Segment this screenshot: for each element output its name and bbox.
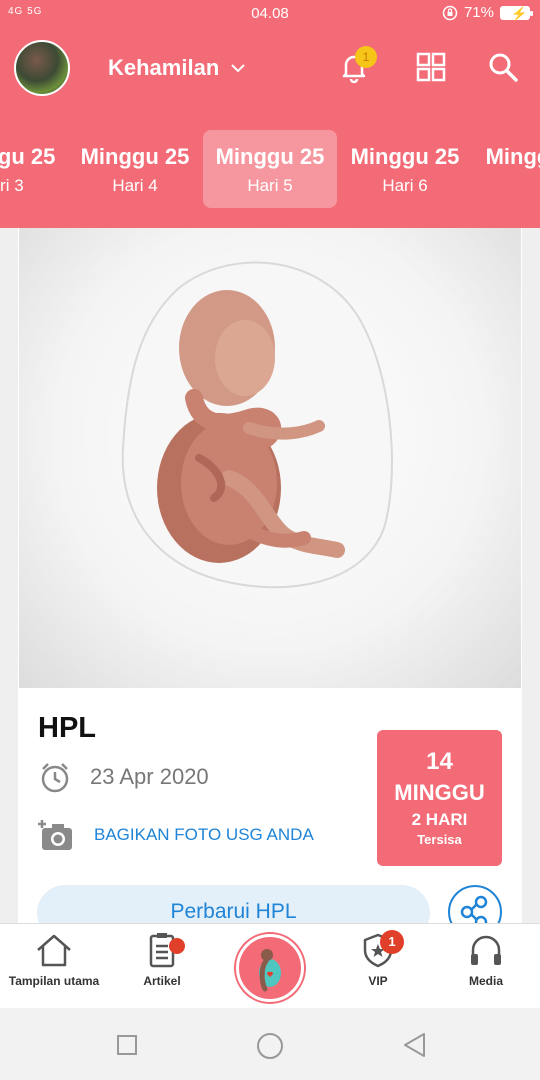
tab-week25-day6[interactable]: Minggu 25 Hari 6 — [338, 130, 472, 208]
nav-home-label: Tampilan utama — [8, 974, 100, 988]
nav-media-label: Media — [468, 974, 503, 988]
battery-percent: 71% — [463, 4, 494, 21]
battery-icon: ⚡ — [500, 5, 533, 21]
tab-week-label: Minggu 25 — [485, 144, 540, 169]
tab-day-label: Hari 6 — [382, 176, 428, 195]
countdown-box: 14 MINGGU 2 HARI Tersisa — [377, 730, 502, 866]
vip-badge: 1 — [380, 930, 404, 954]
tab-day-label: Hari 5 — [247, 176, 293, 195]
header-title: Kehamilan — [108, 55, 220, 80]
share-usg-link[interactable]: BAGIKAN FOTO USG ANDA — [38, 818, 314, 852]
pregnancy-card: HPL 23 Apr 2020 BAGIKAN FOTO USG ANDA 14… — [18, 228, 522, 928]
avatar[interactable] — [14, 40, 70, 96]
grid-icon[interactable] — [414, 50, 448, 84]
countdown-unit: MINGGU — [394, 780, 485, 805]
tab-day-label: Hari 3 — [0, 176, 24, 195]
system-navigation-bar — [0, 1008, 540, 1080]
status-bar: 4G 5G 04.08 71% ⚡ — [0, 0, 540, 28]
back-triangle-icon[interactable] — [402, 1032, 428, 1058]
tab-week-label: Minggu 25 — [215, 144, 325, 169]
app-header: Kehamilan 1 — [0, 28, 540, 108]
section-selector[interactable]: Kehamilan — [108, 55, 245, 81]
nav-vip[interactable]: VIP 1 — [324, 930, 432, 988]
alarm-clock-icon — [41, 763, 69, 793]
add-photo-icon — [38, 820, 72, 850]
update-hpl-button[interactable]: Perbarui HPL — [37, 885, 430, 928]
tab-week-label: Minggu 25 — [80, 144, 190, 169]
nav-vip-label: VIP — [368, 974, 388, 988]
hpl-title: HPL — [38, 712, 96, 744]
nav-media[interactable]: Media — [432, 932, 540, 988]
nav-articles-label: Artikel — [143, 974, 181, 988]
week-day-tabs: Minggu 25 Hari 3 Minggu 25 Hari 4 Minggu… — [0, 108, 540, 228]
countdown-suffix: Tersisa — [417, 832, 462, 847]
headphones-icon — [471, 935, 501, 965]
tab-week25-day4[interactable]: Minggu 25 Hari 4 — [68, 130, 202, 208]
lock-rotation-icon — [442, 5, 458, 20]
countdown-number: 14 — [426, 748, 453, 775]
tab-week25-next[interactable]: Minggu 25 — [473, 130, 540, 208]
status-right: 71% ⚡ — [442, 4, 533, 21]
home-circle-icon[interactable] — [256, 1032, 284, 1060]
recent-apps-icon[interactable] — [116, 1034, 138, 1056]
share-icon — [460, 895, 488, 928]
articles-notification-dot — [169, 938, 185, 954]
due-date-value: 23 Apr 2020 — [90, 764, 209, 789]
tab-week25-day5[interactable]: Minggu 25 Hari 5 — [203, 130, 337, 208]
pregnant-woman-icon — [259, 949, 281, 992]
tab-week-label: Minggu 25 — [0, 144, 56, 169]
chevron-down-icon — [231, 64, 245, 73]
nav-home[interactable]: Tampilan utama — [0, 932, 108, 988]
search-icon[interactable] — [486, 50, 520, 84]
bottom-navigation: Tampilan utama Artikel VIP 1 Media — [0, 923, 540, 1008]
tab-week25-day3[interactable]: Minggu 25 Hari 3 — [0, 130, 68, 208]
home-icon — [37, 934, 71, 967]
tab-day-label: Hari 4 — [112, 176, 158, 195]
due-date-row: 23 Apr 2020 — [38, 760, 209, 794]
share-usg-label: BAGIKAN FOTO USG ANDA — [94, 825, 314, 844]
share-button[interactable] — [448, 885, 502, 928]
fetus-image — [121, 261, 393, 589]
fetus-illustration — [19, 228, 521, 688]
tab-week-label: Minggu 25 — [350, 144, 460, 169]
nav-articles[interactable]: Artikel — [108, 932, 216, 988]
notification-badge: 1 — [355, 46, 377, 68]
pregnancy-center-button[interactable] — [236, 934, 304, 1002]
countdown-days: 2 HARI — [411, 810, 468, 829]
